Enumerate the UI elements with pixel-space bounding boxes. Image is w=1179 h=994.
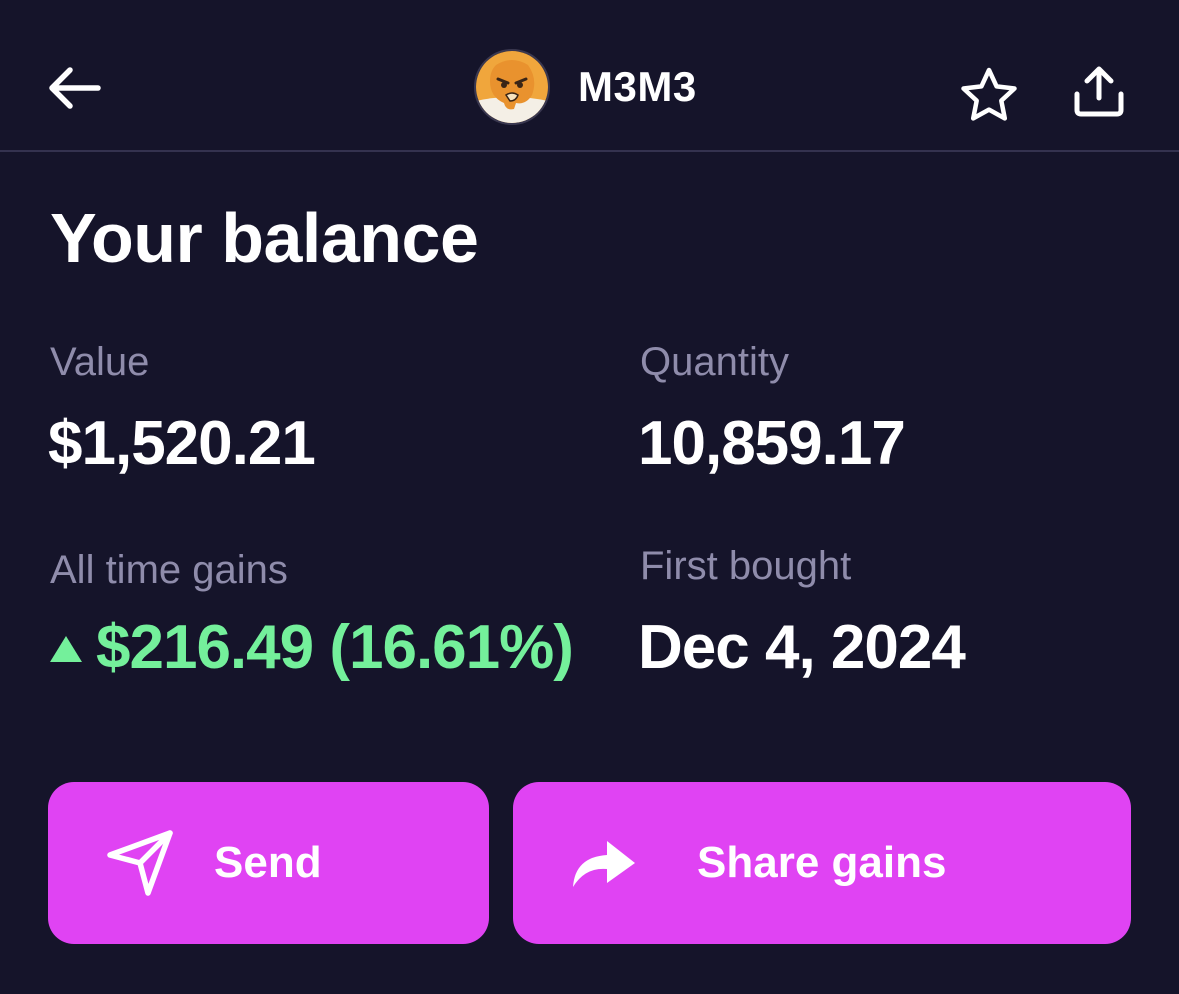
send-label: Send [214,838,322,887]
quantity-label: Quantity [640,340,789,384]
gains-amount: $216.49 (16.61%) [96,613,574,682]
send-icon [104,829,176,897]
share-gains-label: Share gains [697,838,947,887]
arrow-left-icon [49,67,101,109]
back-button[interactable] [38,52,110,124]
first-bought-label: First bought [640,544,852,588]
token-name: M3M3 [578,63,697,110]
send-button[interactable]: Send [48,782,489,944]
value-amount: $1,520.21 [48,409,316,478]
token-header: M3M3 [474,48,697,126]
value-label: Value [50,340,150,384]
share-button[interactable] [1064,56,1134,126]
token-avatar [474,49,550,125]
share-arrow-icon [569,837,639,889]
first-bought-date: Dec 4, 2024 [638,613,966,682]
share-upload-icon [1074,66,1124,117]
share-gains-button[interactable]: Share gains [513,782,1131,944]
page-title: Your balance [50,199,479,277]
up-triangle-icon [50,636,82,662]
top-bar: M3M3 [0,0,1179,152]
favorite-button[interactable] [954,60,1024,130]
star-outline-icon [961,67,1017,121]
gains-row: $216.49 (16.61%) [50,612,574,684]
quantity-amount: 10,859.17 [638,409,906,478]
gains-label: All time gains [50,548,288,592]
